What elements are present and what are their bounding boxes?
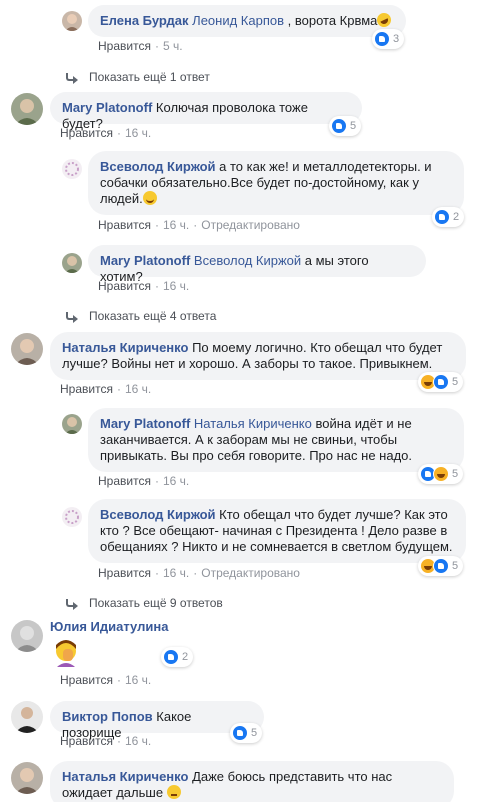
comment-bubble: Mary Platonoff Колючая проволока тоже бу… <box>50 92 362 131</box>
avatar[interactable] <box>11 333 43 365</box>
edited-label[interactable]: Отредактировано <box>201 566 300 580</box>
haha-reaction-icon <box>433 466 449 482</box>
edited-label[interactable]: Отредактировано <box>201 218 300 232</box>
comment-time[interactable]: 16 ч. <box>163 566 189 580</box>
avatar[interactable] <box>62 253 82 273</box>
reaction-count[interactable]: 2 <box>161 647 194 667</box>
like-button[interactable]: Нравится <box>60 734 113 748</box>
comment-bubble: Наталья Кириченко Даже боюсь представить… <box>50 761 454 802</box>
show-more-replies[interactable]: Показать ещё 9 ответов <box>65 596 223 610</box>
comment-author[interactable]: Всеволод Киржой <box>100 507 216 522</box>
comment-author[interactable]: Наталья Кириченко <box>62 769 188 784</box>
comment-actions: Нравится · 16 ч. · Отредактировано <box>98 566 300 580</box>
comment-actions: Нравится · 16 ч. · Отредактировано <box>98 218 300 232</box>
comment-text: , ворота Крвма <box>287 13 378 28</box>
show-more-replies[interactable]: Показать ещё 1 ответ <box>65 70 210 84</box>
comment-bubble: Mary Platonoff Всеволод Киржой а мы этог… <box>88 245 426 284</box>
avatar[interactable] <box>11 762 43 794</box>
reaction-count[interactable]: 3 <box>372 29 405 49</box>
show-more-replies[interactable]: Показать ещё 4 ответа <box>65 309 216 323</box>
comment-time[interactable]: 16 ч. <box>163 218 189 232</box>
like-reaction-icon <box>433 374 449 390</box>
comment-author[interactable]: Виктор Попов <box>62 709 153 724</box>
reaction-count[interactable]: 5 <box>418 372 464 392</box>
comment-time[interactable]: 16 ч. <box>125 126 151 140</box>
avatar[interactable] <box>11 93 43 125</box>
comment-bubble: Елена Бурдак Леонид Карпов , ворота Крвм… <box>88 5 406 37</box>
comment-actions: Нравится · 16 ч. <box>98 474 190 488</box>
like-reaction-icon <box>433 558 449 574</box>
avatar[interactable] <box>62 159 82 179</box>
like-button[interactable]: Нравится <box>98 566 151 580</box>
reaction-count[interactable]: 5 <box>329 116 362 136</box>
reply-arrow-icon <box>65 598 78 610</box>
comment-time[interactable]: 16 ч. <box>125 382 151 396</box>
comment-bubble: Всеволод Киржой Кто обещал что будет луч… <box>88 499 466 563</box>
like-reaction-icon <box>434 209 450 225</box>
like-button[interactable]: Нравится <box>98 218 151 232</box>
comment-author[interactable]: Юлия Идиатулина <box>50 619 168 634</box>
facepalm-sticker <box>51 637 81 667</box>
like-button[interactable]: Нравится <box>60 382 113 396</box>
comment-author[interactable]: Наталья Кириченко <box>62 340 188 355</box>
avatar[interactable] <box>11 701 43 733</box>
comment-author[interactable]: Всеволод Киржой <box>100 159 216 174</box>
comment-author[interactable]: Mary Platonoff <box>62 100 152 115</box>
like-reaction-icon <box>331 118 347 134</box>
comment-bubble: Наталья Кириченко По моему логично. Кто … <box>50 332 466 380</box>
comment-time[interactable]: 16 ч. <box>163 474 189 488</box>
smile-emoji <box>142 191 157 205</box>
thinking-emoji <box>166 785 181 799</box>
comment-author[interactable]: Елена Бурдак <box>100 13 189 28</box>
avatar[interactable] <box>11 620 43 652</box>
comment-actions: Нравится · 16 ч. <box>60 382 152 396</box>
reply-arrow-icon <box>65 311 78 323</box>
like-button[interactable]: Нравится <box>98 474 151 488</box>
avatar[interactable] <box>62 11 82 31</box>
like-button[interactable]: Нравится <box>60 126 113 140</box>
comment-author[interactable]: Mary Platonoff <box>100 416 190 431</box>
reaction-count[interactable]: 2 <box>432 207 465 227</box>
comment-actions: Нравится · 16 ч. <box>60 673 152 687</box>
comment-mention[interactable]: Наталья Кириченко <box>194 416 312 431</box>
comment-time[interactable]: 16 ч. <box>163 279 189 293</box>
reply-arrow-icon <box>65 72 78 84</box>
like-reaction-icon <box>163 649 179 665</box>
like-reaction-icon <box>374 31 390 47</box>
comment-time[interactable]: 5 ч. <box>163 39 183 53</box>
avatar[interactable] <box>62 414 82 434</box>
comment-mention[interactable]: Леонид Карпов <box>192 13 284 28</box>
comment-author[interactable]: Mary Platonoff <box>100 253 190 268</box>
reaction-count[interactable]: 5 <box>418 556 464 576</box>
reaction-count[interactable]: 5 <box>230 723 263 743</box>
like-button[interactable]: Нравится <box>98 39 151 53</box>
comment-actions: Нравится · 16 ч. <box>60 734 152 748</box>
comment-time[interactable]: 16 ч. <box>125 734 151 748</box>
reaction-count[interactable]: 5 <box>418 464 464 484</box>
comment-actions: Нравится · 5 ч. <box>98 39 183 53</box>
like-button[interactable]: Нравится <box>98 279 151 293</box>
avatar[interactable] <box>62 507 82 527</box>
comment-actions: Нравится · 16 ч. <box>98 279 190 293</box>
like-reaction-icon <box>232 725 248 741</box>
like-button[interactable]: Нравится <box>60 673 113 687</box>
comment-bubble: Всеволод Киржой а то как же! и металлоде… <box>88 151 464 215</box>
comment-time[interactable]: 16 ч. <box>125 673 151 687</box>
comment-mention[interactable]: Всеволод Киржой <box>194 253 301 268</box>
comment-actions: Нравится · 16 ч. <box>60 126 152 140</box>
comment-bubble: Mary Platonoff Наталья Кириченко война и… <box>88 408 464 472</box>
rofl-emoji <box>375 10 394 30</box>
